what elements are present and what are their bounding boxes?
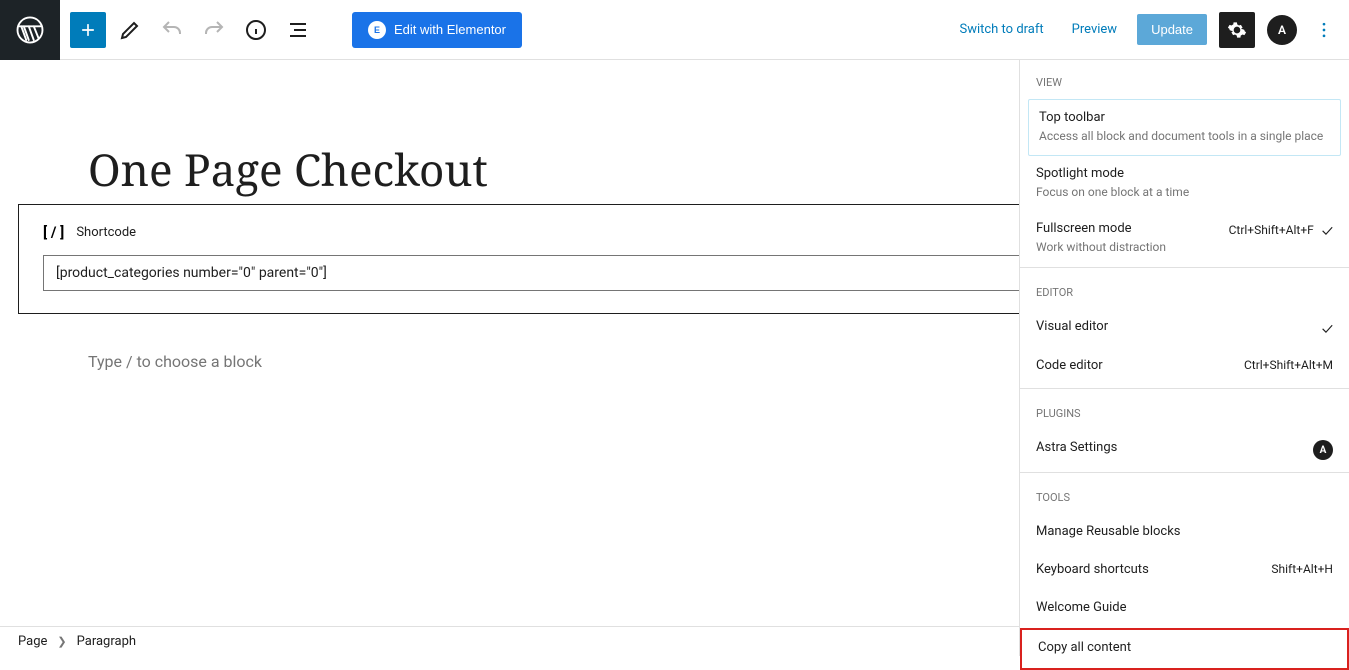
- edit-with-elementor-button[interactable]: E Edit with Elementor: [352, 12, 522, 48]
- menu-item-title: Visual editor: [1036, 319, 1322, 334]
- menu-divider: [1020, 267, 1349, 268]
- kebab-icon: [1314, 20, 1334, 40]
- menu-item-title: Copy all content: [1038, 640, 1331, 655]
- undo-icon: [160, 18, 184, 42]
- breadcrumb-root[interactable]: Page: [18, 634, 47, 649]
- info-button[interactable]: [238, 12, 274, 48]
- add-block-button[interactable]: [70, 12, 106, 48]
- outline-button[interactable]: [280, 12, 316, 48]
- outline-icon: [286, 18, 310, 42]
- toolbar-right-group: Switch to draft Preview Update A: [951, 12, 1349, 48]
- menu-item-welcome-guide[interactable]: Welcome Guide: [1020, 590, 1349, 628]
- menu-item-title: Spotlight mode: [1036, 166, 1333, 181]
- menu-item-visual-editor[interactable]: Visual editor ✓: [1020, 309, 1349, 348]
- menu-item-title: Code editor: [1036, 358, 1244, 373]
- preview-button[interactable]: Preview: [1064, 16, 1125, 43]
- menu-shortcut: Ctrl+Shift+Alt+M: [1244, 358, 1333, 372]
- menu-item-fullscreen[interactable]: Fullscreen mode Work without distraction…: [1020, 211, 1349, 266]
- menu-item-desc: Focus on one block at a time: [1036, 184, 1333, 201]
- breadcrumb-current[interactable]: Paragraph: [77, 634, 136, 649]
- shortcode-icon: [ / ]: [43, 223, 64, 241]
- menu-item-title: Manage Reusable blocks: [1036, 524, 1333, 539]
- wordpress-icon: [15, 15, 45, 45]
- menu-divider: [1020, 388, 1349, 389]
- chevron-right-icon: ❯: [57, 635, 66, 648]
- elementor-label: Edit with Elementor: [394, 22, 506, 37]
- menu-shortcut: Ctrl+Shift+Alt+F: [1229, 223, 1314, 237]
- menu-section-plugins: Plugins: [1020, 391, 1349, 430]
- astra-icon: A: [1313, 440, 1333, 460]
- menu-item-title: Fullscreen mode: [1036, 221, 1229, 236]
- menu-item-keyboard-shortcuts[interactable]: Keyboard shortcuts Shift+Alt+H: [1020, 552, 1349, 590]
- menu-item-desc: Work without distraction: [1036, 239, 1229, 256]
- astra-button[interactable]: A: [1267, 15, 1297, 45]
- pencil-icon: [118, 18, 142, 42]
- redo-button[interactable]: [196, 12, 232, 48]
- top-toolbar: E Edit with Elementor Switch to draft Pr…: [0, 0, 1349, 60]
- toolbar-left-group: E Edit with Elementor: [60, 12, 532, 48]
- more-options-button[interactable]: [1309, 12, 1339, 48]
- menu-shortcut: Shift+Alt+H: [1271, 562, 1333, 576]
- undo-button[interactable]: [154, 12, 190, 48]
- redo-icon: [202, 18, 226, 42]
- menu-item-title: Top toolbar: [1039, 110, 1330, 125]
- more-options-menu: View Top toolbar Access all block and do…: [1019, 60, 1349, 656]
- menu-divider: [1020, 472, 1349, 473]
- menu-item-copy-all-content[interactable]: Copy all content: [1020, 628, 1349, 670]
- menu-item-title: Keyboard shortcuts: [1036, 562, 1271, 577]
- gear-icon: [1227, 20, 1247, 40]
- menu-item-top-toolbar[interactable]: Top toolbar Access all block and documen…: [1028, 99, 1341, 156]
- menu-item-title: Astra Settings: [1036, 440, 1313, 455]
- switch-to-draft-button[interactable]: Switch to draft: [951, 16, 1051, 43]
- placeholder-text: Type / to choose a block: [88, 352, 262, 371]
- tools-button[interactable]: [112, 12, 148, 48]
- update-button[interactable]: Update: [1137, 14, 1207, 45]
- menu-section-view: View: [1020, 60, 1349, 99]
- menu-item-code-editor[interactable]: Code editor Ctrl+Shift+Alt+M: [1020, 348, 1349, 386]
- plus-icon: [78, 20, 98, 40]
- menu-item-reusable-blocks[interactable]: Manage Reusable blocks: [1020, 514, 1349, 552]
- menu-item-astra-settings[interactable]: Astra Settings A: [1020, 430, 1349, 470]
- wordpress-logo[interactable]: [0, 0, 60, 60]
- elementor-badge-icon: E: [368, 21, 386, 39]
- menu-item-desc: Access all block and document tools in a…: [1039, 128, 1330, 145]
- menu-item-spotlight[interactable]: Spotlight mode Focus on one block at a t…: [1020, 156, 1349, 211]
- info-icon: [244, 18, 268, 42]
- settings-button[interactable]: [1219, 12, 1255, 48]
- check-icon: ✓: [1322, 319, 1333, 338]
- shortcode-label: Shortcode: [76, 225, 136, 240]
- menu-section-editor: Editor: [1020, 270, 1349, 309]
- check-icon: ✓: [1322, 221, 1333, 240]
- menu-section-tools: Tools: [1020, 475, 1349, 514]
- menu-item-title: Welcome Guide: [1036, 600, 1333, 615]
